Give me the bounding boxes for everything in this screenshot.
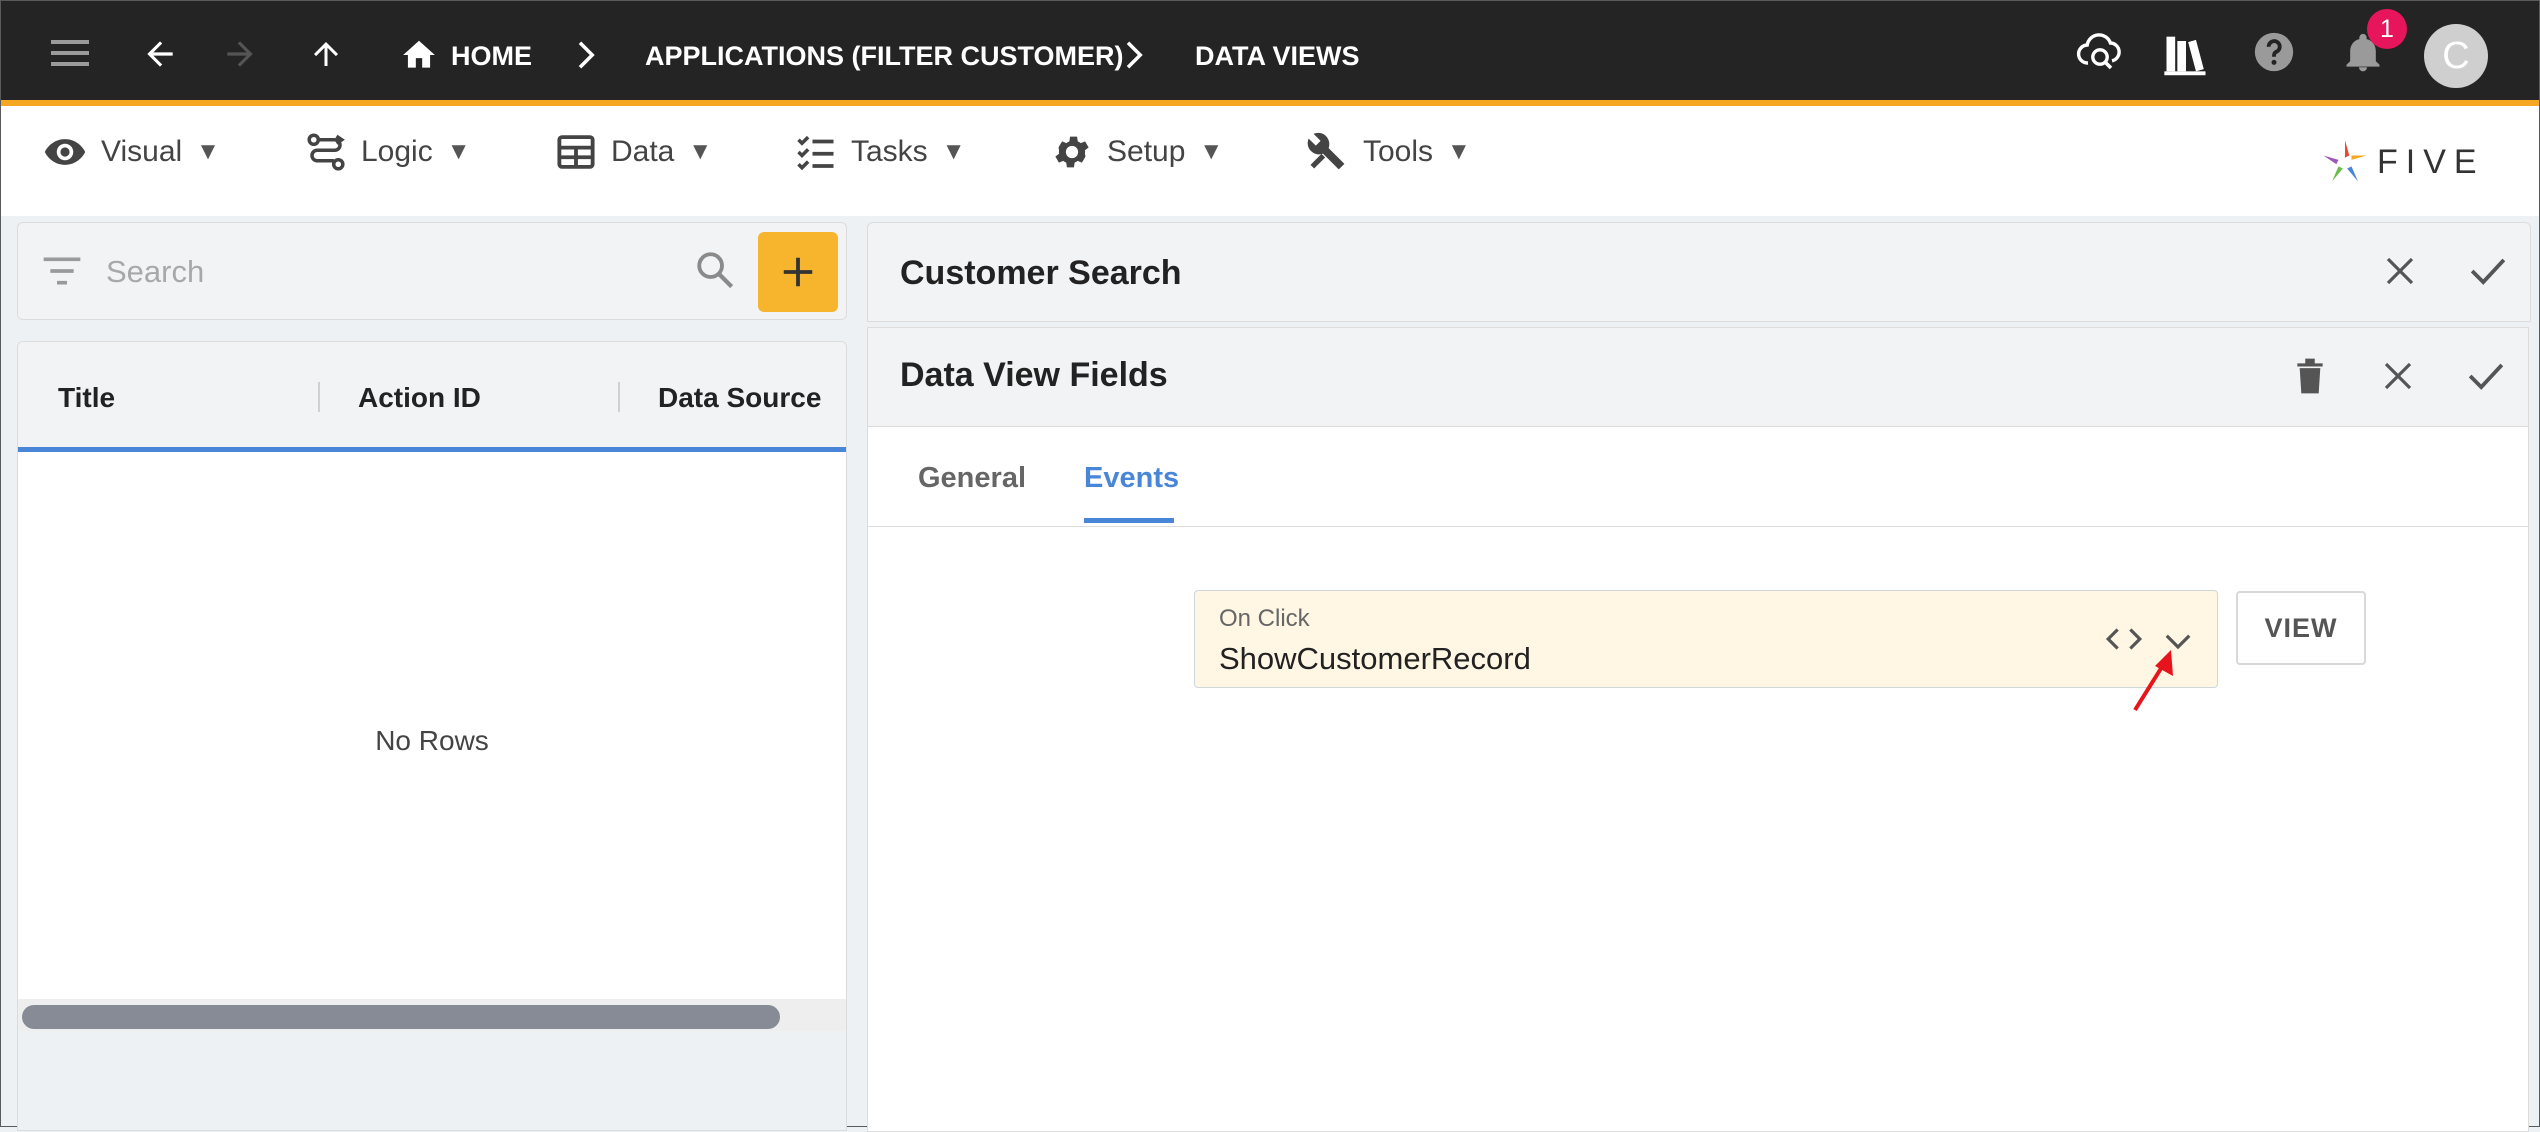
chevron-right-icon bbox=[1121, 39, 1149, 71]
record-title: Customer Search bbox=[900, 254, 1182, 292]
tab-general[interactable]: General bbox=[918, 462, 1026, 495]
list-footer bbox=[18, 1031, 846, 1130]
active-tab-indicator bbox=[1084, 518, 1174, 523]
logic-icon bbox=[307, 133, 345, 171]
five-star-logo-icon bbox=[2323, 140, 2367, 182]
sub-record-save-button[interactable] bbox=[2458, 348, 2514, 404]
annotation-arrow-icon bbox=[2131, 646, 2179, 719]
on-click-label: On Click bbox=[1219, 605, 1310, 632]
menu-caret: ▼ bbox=[688, 138, 713, 165]
sub-record-cancel-button[interactable] bbox=[2370, 348, 2426, 404]
add-button[interactable] bbox=[758, 232, 838, 312]
sub-record-panel: Data View Fields General Events On Click… bbox=[867, 327, 2529, 1132]
horizontal-scrollbar-thumb[interactable] bbox=[22, 1005, 780, 1029]
menu-logic[interactable]: Logic ▼ bbox=[305, 124, 470, 180]
trash-icon bbox=[2297, 358, 2323, 394]
search-input[interactable] bbox=[104, 249, 688, 295]
plus-icon bbox=[783, 257, 813, 287]
menu-caret: ▼ bbox=[941, 138, 966, 165]
checklist-icon bbox=[797, 135, 834, 171]
breadcrumb-applications[interactable]: APPLICATIONS (FILTER CUSTOMER) bbox=[645, 43, 1124, 70]
menu-caret: ▼ bbox=[196, 138, 220, 165]
home-icon[interactable] bbox=[399, 35, 439, 75]
up-arrow-icon[interactable] bbox=[305, 33, 347, 75]
breadcrumb-data-views[interactable]: DATA VIEWS bbox=[1195, 43, 1360, 70]
search-icon[interactable] bbox=[694, 249, 736, 296]
tab-events[interactable]: Events bbox=[1084, 462, 1179, 495]
cloud-deploy-icon[interactable] bbox=[2073, 25, 2125, 77]
record-list: Title Action ID Data Source No Rows bbox=[17, 341, 847, 1131]
logo-text: FIVE bbox=[2377, 142, 2485, 181]
sub-record-header: Data View Fields bbox=[868, 328, 2528, 427]
record-cancel-button[interactable] bbox=[2372, 243, 2428, 299]
menu-caret: ▼ bbox=[1199, 138, 1224, 165]
menu-visual-label: Visual bbox=[101, 135, 183, 168]
user-avatar[interactable]: C bbox=[2424, 24, 2488, 88]
close-icon bbox=[2384, 362, 2412, 390]
chevron-right-icon bbox=[573, 39, 601, 71]
menu-tools-label: Tools bbox=[1363, 135, 1434, 168]
close-icon bbox=[2386, 257, 2414, 285]
table-icon bbox=[557, 135, 595, 169]
menu-tasks[interactable]: Tasks ▼ bbox=[795, 124, 965, 180]
column-divider[interactable] bbox=[318, 382, 320, 412]
menu-tasks-label: Tasks bbox=[851, 135, 928, 168]
hamburger-menu-icon[interactable] bbox=[49, 31, 93, 75]
menu-setup[interactable]: Setup ▼ bbox=[1051, 124, 1223, 180]
menu-tools[interactable]: Tools ▼ bbox=[1305, 124, 1471, 180]
column-header-title[interactable]: Title bbox=[58, 382, 115, 414]
delete-button[interactable] bbox=[2282, 348, 2338, 404]
menu-setup-label: Setup bbox=[1107, 135, 1186, 168]
record-save-button[interactable] bbox=[2460, 243, 2516, 299]
tab-bar: General Events bbox=[868, 426, 2528, 527]
check-icon bbox=[2468, 363, 2504, 390]
top-app-bar: HOME APPLICATIONS (FILTER CUSTOMER) DATA… bbox=[1, 1, 2539, 106]
gear-icon bbox=[1055, 136, 1089, 168]
back-arrow-icon[interactable] bbox=[139, 33, 181, 75]
check-icon bbox=[2470, 258, 2506, 285]
breadcrumb-home[interactable]: HOME bbox=[451, 43, 532, 70]
column-header-data-source[interactable]: Data Source bbox=[658, 382, 821, 414]
notification-badge: 1 bbox=[2367, 9, 2407, 49]
sub-record-title: Data View Fields bbox=[900, 356, 1168, 394]
menu-visual[interactable]: Visual ▼ bbox=[43, 124, 220, 180]
on-click-event-field[interactable]: On Click ShowCustomerRecord bbox=[1194, 590, 2218, 688]
column-header-action-id[interactable]: Action ID bbox=[358, 382, 481, 414]
eye-icon bbox=[44, 139, 86, 165]
menu-logic-label: Logic bbox=[361, 135, 433, 168]
view-button[interactable]: VIEW bbox=[2236, 591, 2366, 665]
main-menu-bar: Visual ▼ Logic ▼ Data ▼ Tasks ▼ Setup ▼ … bbox=[1, 106, 2539, 216]
forward-arrow-icon[interactable] bbox=[219, 33, 261, 75]
record-header: Customer Search bbox=[867, 222, 2531, 322]
help-icon[interactable] bbox=[2249, 27, 2299, 77]
menu-data[interactable]: Data ▼ bbox=[555, 124, 712, 180]
tools-icon bbox=[1307, 132, 1345, 170]
menu-caret: ▼ bbox=[1447, 138, 1471, 165]
menu-data-label: Data bbox=[611, 135, 675, 168]
library-books-icon[interactable] bbox=[2159, 27, 2213, 81]
on-click-value[interactable]: ShowCustomerRecord bbox=[1219, 641, 1531, 677]
filter-icon[interactable] bbox=[42, 255, 82, 292]
menu-caret: ▼ bbox=[446, 138, 471, 165]
empty-list-message: No Rows bbox=[375, 725, 489, 756]
list-header: Title Action ID Data Source bbox=[18, 342, 846, 452]
list-search-bar bbox=[17, 222, 847, 320]
column-divider[interactable] bbox=[618, 382, 620, 412]
five-logo: FIVE bbox=[2319, 136, 2485, 188]
